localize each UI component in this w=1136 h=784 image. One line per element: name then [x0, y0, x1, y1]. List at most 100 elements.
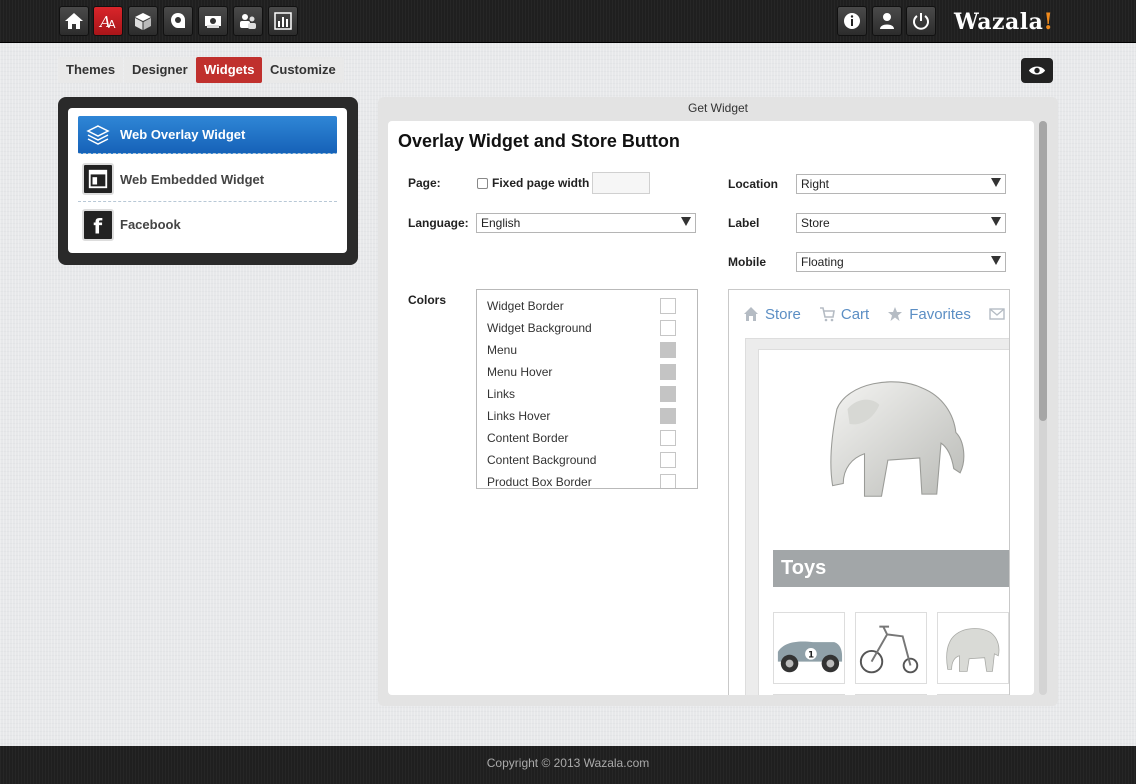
color-row[interactable]: Links: [487, 386, 693, 408]
color-swatch[interactable]: [660, 298, 676, 314]
color-swatch[interactable]: [660, 364, 676, 380]
users-icon[interactable]: [233, 6, 263, 36]
home-icon[interactable]: [59, 6, 89, 36]
preview-nav-cart[interactable]: Cart: [819, 306, 869, 323]
user-icon[interactable]: [872, 6, 902, 36]
product-thumbnail[interactable]: [773, 694, 845, 695]
color-row[interactable]: Product Box Border: [487, 474, 693, 488]
footer: Copyright © 2013 Wazala.com: [0, 746, 1136, 784]
panel-title: Get Widget: [687, 101, 749, 115]
cart-icon: [819, 307, 835, 322]
sidebar-item-facebook[interactable]: f Facebook: [78, 202, 337, 247]
label-label: Label: [728, 216, 760, 230]
layout-icon: [82, 163, 114, 195]
widget-preview: Store Cart Favorites Toys 1: [728, 289, 1010, 695]
get-widget-panel: Get Widget Overlay Widget and Store Butt…: [378, 97, 1058, 706]
colors-list[interactable]: Widget Border Widget Background Menu Men…: [476, 289, 698, 489]
preview-button[interactable]: [1021, 58, 1053, 83]
color-swatch[interactable]: [660, 474, 676, 488]
preview-nav-label: Cart: [840, 305, 870, 323]
color-row[interactable]: Links Hover: [487, 408, 693, 430]
language-select[interactable]: English: [476, 213, 696, 233]
sidebar-item-label: Facebook: [120, 217, 181, 232]
preview-store-frame: Toys 1: [745, 338, 1009, 695]
color-name: Widget Background: [487, 321, 592, 335]
tab-themes[interactable]: Themes: [58, 57, 124, 83]
chart-icon[interactable]: [268, 6, 298, 36]
product-thumbnail[interactable]: [937, 694, 1009, 695]
elephant-thumbnail-image: [946, 628, 1000, 672]
mail-icon: [989, 308, 1005, 320]
product-thumbnail[interactable]: [855, 694, 927, 695]
copyright-text: Copyright © 2013 Wazala.com: [486, 756, 650, 770]
page-title: Overlay Widget and Store Button: [398, 131, 680, 151]
color-swatch[interactable]: [660, 408, 676, 424]
color-name: Menu: [487, 343, 518, 357]
panel-scrollbar[interactable]: [1039, 121, 1047, 695]
svg-text:f: f: [93, 214, 102, 236]
color-swatch[interactable]: [660, 452, 676, 468]
product-thumbnail[interactable]: 1: [773, 612, 845, 684]
tab-widgets[interactable]: Widgets: [196, 57, 263, 83]
top-bar: AA Wazala!: [0, 0, 1136, 43]
color-name: Widget Border: [487, 299, 564, 313]
brand-logo[interactable]: Wazala!: [954, 9, 1054, 37]
product-thumbnail[interactable]: [855, 612, 927, 684]
category-banner[interactable]: Toys: [773, 550, 1009, 587]
preview-nav-label: Favorites: [909, 305, 971, 323]
elephant-product-image[interactable]: [805, 366, 975, 516]
mobile-label: Mobile: [728, 255, 766, 269]
page-width-input[interactable]: [592, 172, 650, 194]
tricycle-image: [859, 625, 919, 674]
location-value: Right: [801, 177, 830, 191]
tab-designer[interactable]: Designer: [124, 57, 196, 83]
brand-name: Wazala: [954, 9, 1044, 35]
color-swatch[interactable]: [660, 386, 676, 402]
color-name: Links Hover: [487, 409, 551, 423]
preview-nav-contact[interactable]: [989, 306, 1009, 322]
preview-nav-store[interactable]: Store: [743, 306, 801, 323]
page-label: Page:: [408, 176, 441, 190]
sidebar-item-web-overlay-widget[interactable]: Web Overlay Widget: [78, 116, 337, 154]
sidebar-item-label: Web Overlay Widget: [120, 127, 246, 142]
label-value: Store: [801, 216, 830, 230]
color-row[interactable]: Menu Hover: [487, 364, 693, 386]
label-select[interactable]: Store: [796, 213, 1006, 233]
home-icon: [744, 307, 758, 321]
color-row[interactable]: Menu: [487, 342, 693, 364]
color-name: Menu Hover: [487, 365, 553, 379]
color-swatch[interactable]: [660, 320, 676, 336]
info-icon[interactable]: [837, 6, 867, 36]
location-select[interactable]: Right: [796, 174, 1006, 194]
color-row[interactable]: Widget Border: [487, 298, 693, 320]
preview-product-card: Toys 1: [758, 349, 1009, 695]
color-swatch[interactable]: [660, 430, 676, 446]
language-label: Language:: [408, 216, 469, 230]
preview-nav-label: Store: [765, 305, 801, 323]
colors-label: Colors: [408, 293, 447, 307]
fixed-width-label: Fixed page width: [492, 176, 590, 190]
color-row[interactable]: Content Border: [487, 430, 693, 452]
color-name: Links: [487, 387, 516, 401]
chevron-down-icon: [991, 178, 1001, 187]
color-name: Content Background: [487, 453, 597, 467]
color-swatch[interactable]: [660, 342, 676, 358]
color-row[interactable]: Content Background: [487, 452, 693, 474]
brand-accent: !: [1043, 9, 1054, 35]
sidebar-item-web-embedded-widget[interactable]: Web Embedded Widget: [78, 157, 337, 202]
color-row[interactable]: Widget Background: [487, 320, 693, 342]
chevron-down-icon: [991, 217, 1001, 226]
tab-customize[interactable]: Customize: [262, 57, 344, 83]
mobile-select[interactable]: Floating: [796, 252, 1006, 272]
fonts-icon[interactable]: AA: [93, 6, 123, 36]
box-icon[interactable]: [128, 6, 158, 36]
money-icon[interactable]: [198, 6, 228, 36]
svg-text:1: 1: [808, 651, 814, 661]
tag-icon[interactable]: [163, 6, 193, 36]
fixed-width-checkbox[interactable]: [477, 178, 488, 189]
product-thumbnail[interactable]: [937, 612, 1009, 684]
preview-nav-favorites[interactable]: Favorites: [887, 306, 971, 323]
power-icon[interactable]: [906, 6, 936, 36]
location-label: Location: [728, 177, 778, 191]
scrollbar-thumb[interactable]: [1039, 121, 1047, 421]
